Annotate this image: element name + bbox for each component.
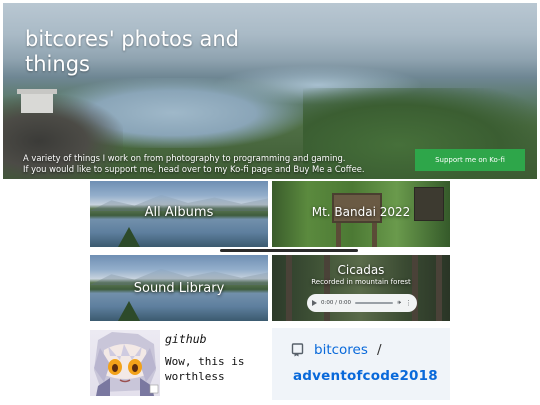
tree-silhouette — [118, 301, 140, 321]
sound-library-label: Sound Library — [133, 281, 225, 296]
all-albums-tile[interactable]: All Albums — [90, 181, 268, 247]
tree-silhouette — [118, 227, 140, 247]
site-description-line-2: If you would like to support me, head ov… — [23, 164, 365, 174]
site-title: bitcores' photos and things — [25, 27, 239, 76]
repo-card[interactable]: bitcores / adventofcode2018 — [272, 328, 450, 400]
github-card-description: Wow, this is worthless — [165, 355, 245, 383]
hero-banner: bitcores' photos and things A variety of… — [3, 3, 537, 179]
mt-bandai-label: Mt. Bandai 2022 — [311, 205, 411, 219]
all-albums-label: All Albums — [144, 205, 214, 220]
volume-icon[interactable]: 🕪 — [397, 299, 401, 307]
audio-time: 0:00 / 0:00 — [321, 300, 352, 306]
cicadas-tile: Cicadas Recorded in mountain forest 0:00… — [272, 255, 450, 321]
repo-icon — [291, 343, 304, 357]
site-description-line-1: A variety of things I work on from photo… — [23, 153, 346, 163]
audio-player[interactable]: 0:00 / 0:00 🕪 ⋮ — [307, 294, 417, 312]
sound-library-tile[interactable]: Sound Library — [90, 255, 268, 321]
avatar-illustration — [94, 332, 159, 396]
site-description: A variety of things I work on from photo… — [23, 153, 413, 175]
mt-bandai-tile[interactable]: Mt. Bandai 2022 — [272, 181, 450, 247]
kofi-support-button[interactable]: Support me on Ko-fi — [415, 149, 525, 171]
github-card[interactable]: github Wow, this is worthless — [90, 328, 266, 400]
repo-owner-link[interactable]: bitcores — [314, 342, 368, 358]
github-card-title: github — [165, 332, 207, 346]
audio-progress-bar[interactable] — [355, 302, 394, 304]
cicadas-title: Cicadas — [337, 263, 385, 277]
repo-slash: / — [377, 342, 382, 358]
play-icon[interactable] — [312, 300, 317, 306]
hero-background-shrine — [17, 89, 57, 113]
avatar — [90, 330, 160, 396]
repo-name-link[interactable]: adventofcode2018 — [293, 368, 438, 384]
horizontal-scrollbar[interactable] — [220, 249, 358, 252]
cicadas-subtitle: Recorded in mountain forest — [311, 278, 411, 286]
more-options-icon[interactable]: ⋮ — [405, 299, 412, 307]
